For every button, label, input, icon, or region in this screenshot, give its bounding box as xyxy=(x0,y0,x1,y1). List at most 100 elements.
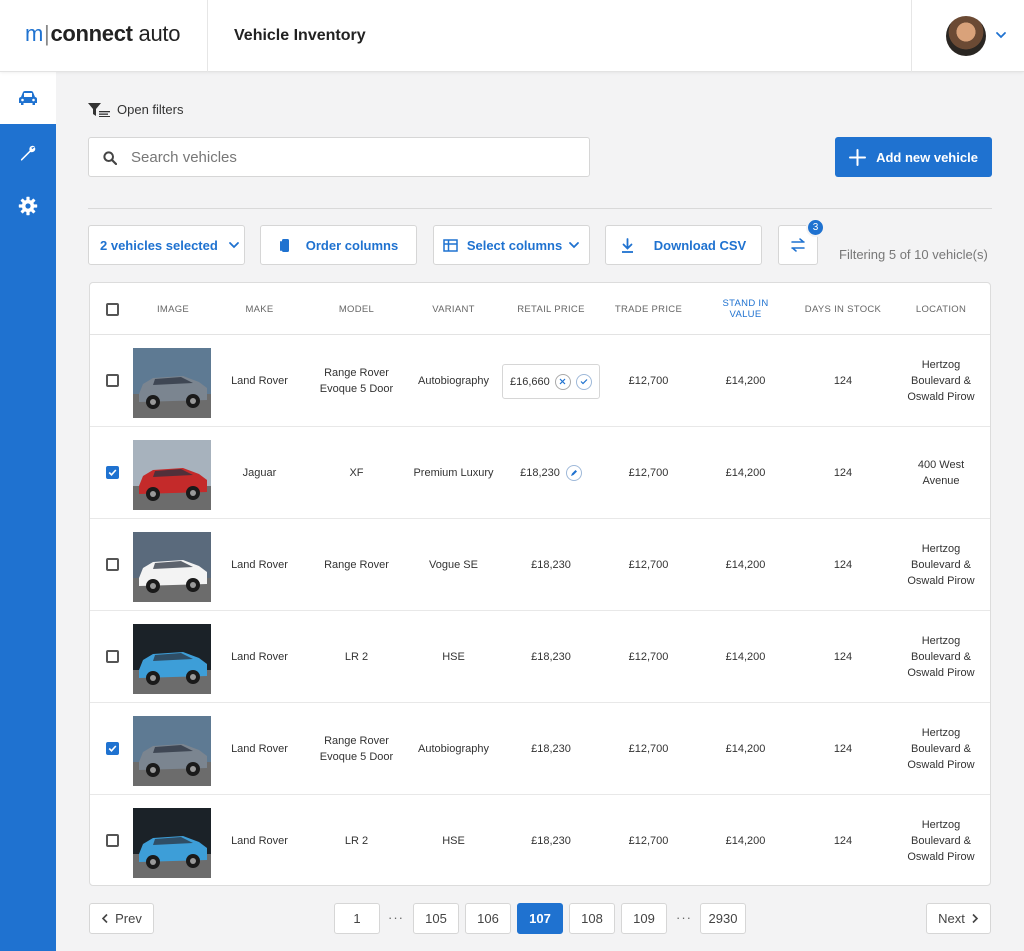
header-stand-in-value[interactable]: STAND IN VALUE xyxy=(697,283,794,335)
check-icon xyxy=(108,745,117,752)
location-cell: Hertzog Boulevard & Oswald Pirow xyxy=(892,335,990,427)
check-icon xyxy=(108,469,117,476)
table-row[interactable]: Land Rover Range Rover Evoque 5 Door Auto… xyxy=(90,703,990,795)
filter-icon xyxy=(88,102,110,117)
table-row[interactable]: Jaguar XF Premium Luxury £18,230 £12,700… xyxy=(90,427,990,519)
search-box[interactable] xyxy=(88,137,590,177)
retail-price-editor[interactable]: £16,660 xyxy=(502,364,600,399)
logo-connect: connect xyxy=(50,21,133,46)
table-row[interactable]: Land Rover LR 2 HSE £18,230 £12,700 £14,… xyxy=(90,795,990,885)
add-new-vehicle-button[interactable]: Add new vehicle xyxy=(835,137,992,177)
location-line3: Oswald Pirow xyxy=(907,667,975,679)
next-page-button[interactable]: Next xyxy=(926,903,991,934)
header-location[interactable]: LOCATION xyxy=(892,283,990,335)
row-checkbox[interactable] xyxy=(106,742,119,755)
page-button[interactable]: 1 xyxy=(334,903,380,934)
table-grid-icon xyxy=(443,238,458,252)
vehicle-photo[interactable] xyxy=(133,716,211,786)
vehicle-photo[interactable] xyxy=(133,348,211,418)
page-button[interactable]: 108 xyxy=(569,903,615,934)
model-cell: XF xyxy=(308,427,405,519)
retail-price-cell[interactable]: £18,230 xyxy=(502,519,600,611)
page-title: Vehicle Inventory xyxy=(234,27,366,44)
make-cell: Jaguar xyxy=(242,467,277,479)
vehicle-photo[interactable] xyxy=(133,624,211,694)
location-cell: Hertzog Boulevard & Oswald Pirow xyxy=(892,611,990,703)
header-image[interactable]: IMAGE xyxy=(135,283,211,335)
user-avatar[interactable] xyxy=(946,16,986,56)
model-line1: Range Rover xyxy=(324,735,389,747)
model-line2: Evoque 5 Door xyxy=(319,751,394,763)
selection-dropdown[interactable]: 2 vehicles selected xyxy=(88,225,245,265)
logo-auto: auto xyxy=(132,21,181,46)
header-retail-price[interactable]: RETAIL PRICE xyxy=(502,283,600,335)
select-all-checkbox[interactable] xyxy=(106,303,119,316)
retail-price-cell[interactable]: £18,230 xyxy=(502,703,600,795)
cancel-edit-button[interactable] xyxy=(554,373,571,390)
header-variant[interactable]: VARIANT xyxy=(405,283,502,335)
logo-divider: | xyxy=(44,21,50,46)
table-row[interactable]: Land Rover Range Rover Vogue SE £18,230 … xyxy=(90,519,990,611)
header-make[interactable]: MAKE xyxy=(211,283,308,335)
model-cell: Range Rover Evoque 5 Door xyxy=(308,335,405,427)
header-stand-in-line2: VALUE xyxy=(729,309,762,320)
row-checkbox[interactable] xyxy=(106,650,119,663)
download-icon xyxy=(621,237,633,253)
next-label: Next xyxy=(938,911,965,926)
retail-price-cell[interactable]: £18,230 xyxy=(502,427,600,519)
retail-price-value: £18,230 xyxy=(520,467,560,479)
row-checkbox[interactable] xyxy=(106,834,119,847)
sidebar-item-settings[interactable] xyxy=(0,180,56,232)
vehicle-photo[interactable] xyxy=(133,532,211,602)
sidebar-item-vehicles[interactable] xyxy=(0,72,56,124)
table-header: IMAGE MAKE MODEL VARIANT RETAIL PRICE TR… xyxy=(90,283,990,335)
stand-in-value-cell: £14,200 xyxy=(725,559,766,571)
stand-in-value-cell: £14,200 xyxy=(725,651,766,663)
vehicle-photo[interactable] xyxy=(133,808,211,878)
location-line2: Boulevard & xyxy=(911,559,971,571)
model-cell: Range Rover xyxy=(308,519,405,611)
retail-price-cell[interactable]: £18,230 xyxy=(502,795,600,885)
page-button[interactable]: 106 xyxy=(465,903,511,934)
saved-edit-icon xyxy=(565,465,582,481)
make-cell: Land Rover xyxy=(231,743,288,755)
row-checkbox[interactable] xyxy=(106,558,119,571)
vehicle-photo[interactable] xyxy=(133,440,211,510)
logo-m: m xyxy=(25,21,44,46)
select-columns-dropdown[interactable]: Select columns xyxy=(433,225,590,265)
trade-price-cell: £12,700 xyxy=(628,651,669,663)
location-cell: 400 West Avenue xyxy=(892,427,990,519)
select-columns-label: Select columns xyxy=(466,237,563,253)
prev-page-button[interactable]: Prev xyxy=(89,903,154,934)
make-cell: Land Rover xyxy=(231,375,288,387)
days-in-stock-cell: 124 xyxy=(833,467,853,479)
chevron-down-icon[interactable] xyxy=(994,28,1008,42)
header-days-in-stock[interactable]: DAYS IN STOCK xyxy=(794,283,892,335)
open-filters-button[interactable]: Open filters xyxy=(88,102,183,117)
search-input[interactable] xyxy=(131,138,571,176)
row-checkbox[interactable] xyxy=(106,466,119,479)
swap-arrows-icon xyxy=(791,238,805,252)
model-line1: LR 2 xyxy=(344,651,369,663)
make-cell: Land Rover xyxy=(231,651,288,663)
make-cell: Land Rover xyxy=(231,835,288,847)
download-csv-button[interactable]: Download CSV xyxy=(605,225,762,265)
header-model[interactable]: MODEL xyxy=(308,283,405,335)
confirm-edit-button[interactable] xyxy=(575,373,592,390)
pencil-icon xyxy=(570,470,577,476)
order-columns-button[interactable]: Order columns xyxy=(260,225,417,265)
retail-price-cell[interactable]: £18,230 xyxy=(502,611,600,703)
sidebar-item-tools[interactable] xyxy=(0,127,56,179)
page-button[interactable]: 109 xyxy=(621,903,667,934)
table-row[interactable]: Land Rover LR 2 HSE £18,230 £12,700 £14,… xyxy=(90,611,990,703)
current-page-button[interactable]: 107 xyxy=(517,903,563,934)
row-checkbox[interactable] xyxy=(106,374,119,387)
header-trade-price[interactable]: TRADE PRICE xyxy=(600,283,697,335)
page-button[interactable]: 105 xyxy=(413,903,459,934)
model-line1: Range Rover xyxy=(324,367,389,379)
days-in-stock-cell: 124 xyxy=(833,651,853,663)
last-page-button[interactable]: 2930 xyxy=(700,903,746,934)
days-in-stock-cell: 124 xyxy=(833,835,853,847)
app-logo[interactable]: m|connect auto xyxy=(25,21,180,47)
table-row[interactable]: Land Rover Range Rover Evoque 5 Door Auto… xyxy=(90,335,990,427)
